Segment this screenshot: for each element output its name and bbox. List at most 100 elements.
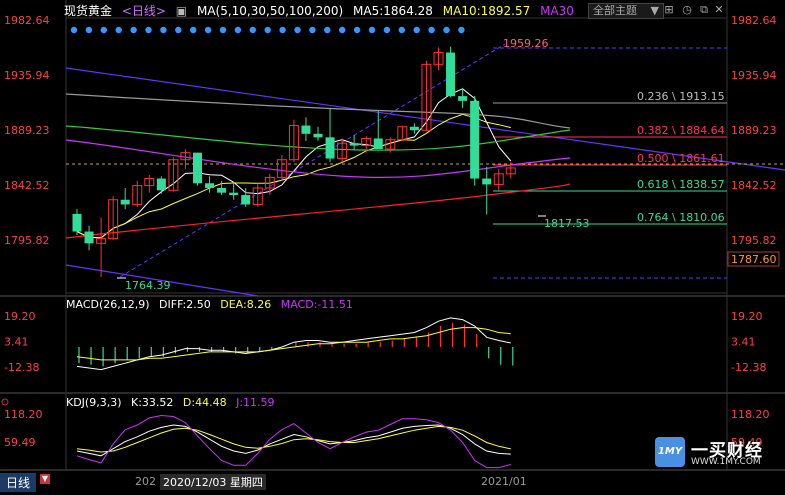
kdj-j-line xyxy=(76,414,511,469)
signal-dot xyxy=(353,26,361,34)
signal-dot xyxy=(279,26,286,34)
restore-icon[interactable]: ⧉ xyxy=(697,3,711,17)
date-axis-month: 2021/01 xyxy=(481,475,527,488)
chart-canvas[interactable]: 1982.64 1982.64 1935.94 1935.94 1889.23 1889.… xyxy=(0,0,785,491)
signal-dot xyxy=(204,26,212,34)
kdj-k: K:33.52 xyxy=(131,396,174,409)
signal-dot xyxy=(428,26,435,34)
grid-icon[interactable]: ⊞ xyxy=(662,3,676,17)
signal-dot xyxy=(85,26,93,34)
fib-level-label: 0.236 \ 1913.15 xyxy=(637,90,725,103)
candle-body-down[interactable] xyxy=(446,52,456,97)
ma10-value: MA10:1892.57 xyxy=(442,4,531,18)
macd-label: MACD(26,12,9) xyxy=(66,298,150,311)
ma30-line xyxy=(65,139,571,179)
signal-dot xyxy=(160,26,167,34)
signal-dot xyxy=(383,26,391,34)
signal-dot xyxy=(264,26,271,34)
high-label: 1959.26 xyxy=(503,37,549,50)
candle-body-down[interactable] xyxy=(72,213,82,232)
candle-body-down[interactable] xyxy=(482,178,492,185)
brand-url: WWW.1MY.COM xyxy=(691,457,761,467)
signal-dot xyxy=(309,26,316,34)
current-price-value: 1787.60 xyxy=(731,253,777,266)
macd-tick-right: -12.38 xyxy=(731,361,766,374)
clock-icon[interactable]: ◷ xyxy=(680,3,694,17)
price-tick-right: 1795.82 xyxy=(731,234,777,247)
low-label-1: 1764.39 xyxy=(125,279,171,292)
price-tick-right: 1842.52 xyxy=(731,179,777,192)
kdj-d-line xyxy=(76,425,511,453)
main-header: 现货黄金 <日线> ▣ MA(5,10,30,50,100,200) MA5:1… xyxy=(64,2,580,19)
indicator-settings-icon[interactable]: ▣ xyxy=(176,4,187,18)
signal-dot xyxy=(324,26,331,34)
candle-body-down[interactable] xyxy=(217,187,227,193)
candle-body-down[interactable] xyxy=(120,199,130,205)
candle-body-down[interactable] xyxy=(229,192,239,196)
candle-body-down[interactable] xyxy=(349,143,359,146)
macd-tick-right: 3.41 xyxy=(731,336,756,349)
candle-body-down[interactable] xyxy=(84,231,94,244)
period-tab-label: 日线 xyxy=(6,476,31,490)
date-axis-year: 202 xyxy=(135,475,156,488)
candle-body-down[interactable] xyxy=(156,178,166,191)
chart-stage[interactable]: 1982.64 1982.64 1935.94 1935.94 1889.23 1889.… xyxy=(0,0,785,492)
fib-level-label: 0.382 \ 1884.64 xyxy=(637,124,725,137)
signal-dot xyxy=(190,26,197,34)
candle-body-down[interactable] xyxy=(325,137,335,159)
signal-dot xyxy=(145,26,152,34)
crosshair-date: 2020/12/03 星期四 xyxy=(160,474,266,490)
signal-dot xyxy=(249,26,256,34)
macd-dea-line xyxy=(76,327,511,361)
signal-dot xyxy=(100,26,108,34)
kdj-label: KDJ(9,3,3) xyxy=(66,396,122,409)
fib-level-label: 0.764 \ 1810.06 xyxy=(637,211,725,224)
ma-label: MA(5,10,30,50,100,200) xyxy=(196,4,344,18)
signal-dot xyxy=(443,26,450,34)
close-icon[interactable]: ✕ xyxy=(712,3,726,17)
kdj-tick-left: 118.20 xyxy=(4,408,43,421)
kdj-tick-right: 118.20 xyxy=(731,408,770,421)
macd-diff: DIFF:2.50 xyxy=(159,298,211,311)
macd-value: MACD:-11.51 xyxy=(280,298,353,311)
period-select[interactable]: <日线> xyxy=(122,4,166,18)
price-tick-right: 1935.94 xyxy=(731,69,777,82)
kdj-tick-left: 59.49 xyxy=(4,436,36,449)
brand-logo-text: 1MY xyxy=(657,446,683,457)
price-tick-left: 1889.23 xyxy=(4,124,50,137)
candle-body-down[interactable] xyxy=(373,138,383,150)
kdj-settings-icon[interactable] xyxy=(1,398,9,406)
kdj-j: J:11.59 xyxy=(236,396,275,409)
candle-body-down[interactable] xyxy=(313,133,323,138)
kdj-header: KDJ(9,3,3) K:33.52 D:44.48 J:11.59 xyxy=(66,396,281,409)
candle-body-down[interactable] xyxy=(458,96,468,101)
macd-tick-right: 19.20 xyxy=(731,310,763,323)
signal-dot xyxy=(339,26,346,34)
signal-dot xyxy=(368,26,376,34)
price-tick-left: 1795.82 xyxy=(4,234,50,247)
signal-dot xyxy=(219,26,227,34)
fib-level-label: 0.500 \ 1861.61 xyxy=(637,152,725,165)
symbol-name: 现货黄金 xyxy=(64,4,113,18)
brand-watermark: 1MY 一买财经 WWW.1MY.COM xyxy=(655,437,783,469)
price-tick-left: 1842.52 xyxy=(4,179,50,192)
signal-dot xyxy=(413,26,420,34)
macd-tick-left: 19.20 xyxy=(4,310,36,323)
candle-body-down[interactable] xyxy=(193,152,202,184)
ma100-line xyxy=(65,93,571,129)
signal-dot xyxy=(70,26,78,34)
signal-dot xyxy=(130,26,137,34)
candle-body-down[interactable] xyxy=(470,100,480,179)
brand-logo: 1MY xyxy=(655,437,685,467)
candle-body-down[interactable] xyxy=(205,183,215,188)
signal-dot xyxy=(175,26,182,34)
period-tab[interactable]: 日线 xyxy=(0,473,37,492)
theme-select[interactable]: 全部主题 ▼ xyxy=(588,3,664,19)
bottom-dropdown-icon[interactable]: ▼ xyxy=(40,474,50,484)
signal-dot xyxy=(458,26,465,34)
ma30-value: MA30 xyxy=(540,4,574,18)
candle-body-down[interactable] xyxy=(409,126,419,131)
candle-body-down[interactable] xyxy=(241,195,251,205)
candle-body-down[interactable] xyxy=(301,125,311,134)
theme-select-label: 全部主题 xyxy=(593,4,637,17)
